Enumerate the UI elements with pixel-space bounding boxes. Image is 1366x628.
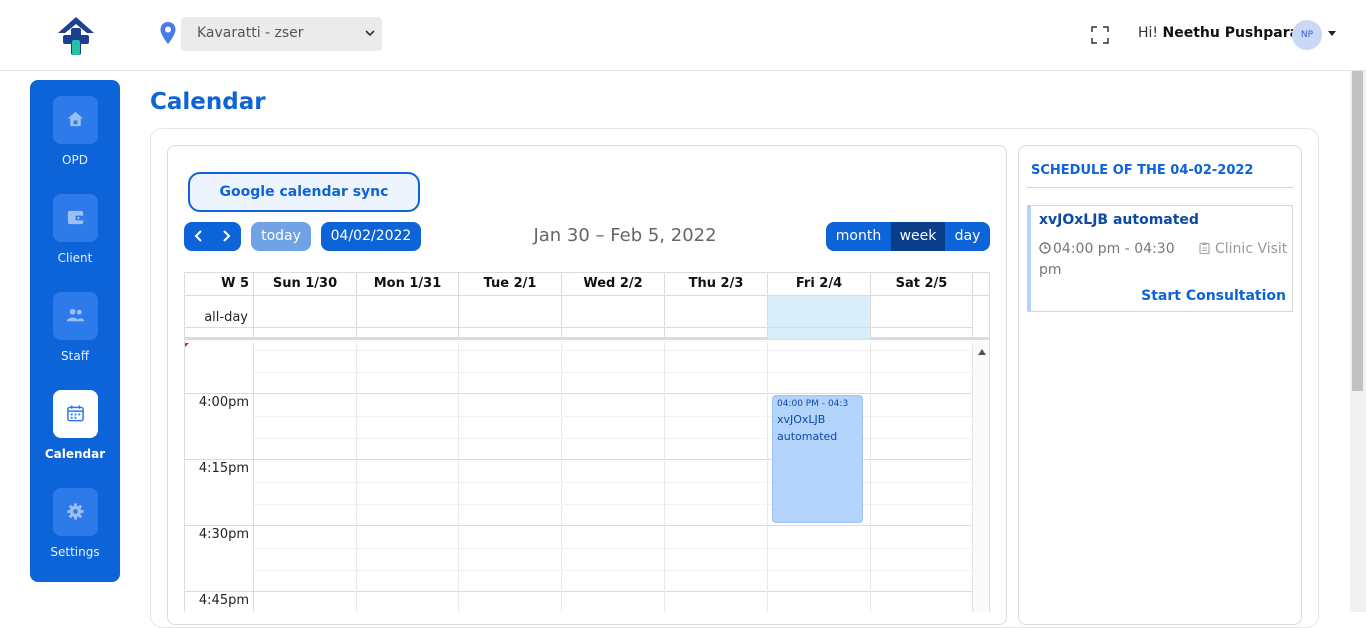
time-column-divider: [253, 343, 254, 612]
sidebar-item-label: Settings: [50, 545, 100, 559]
gear-icon: [67, 503, 84, 520]
event-title: xvJOxLJB automated: [777, 413, 838, 443]
all-day-spacer: [972, 296, 989, 339]
schedule-item-type: Clinic Visit: [1199, 239, 1289, 260]
location-select-value: Kavaratti - zser: [197, 25, 304, 41]
clock-icon: [1039, 242, 1051, 254]
sidebar-icon-box: [53, 390, 98, 438]
time-label: 4:15pm: [198, 461, 249, 476]
schedule-item-type-text: Clinic Visit: [1215, 241, 1288, 257]
sidebar-item-label: OPD: [62, 153, 88, 167]
schedule-item[interactable]: xvJOxLJB automated 04:00 pm - 04:30 pm C…: [1027, 205, 1293, 312]
schedule-divider: [1027, 187, 1293, 188]
view-switcher: month week day: [826, 222, 990, 251]
schedule-item-title[interactable]: xvJOxLJB automated: [1039, 212, 1199, 228]
now-indicator: [185, 343, 189, 347]
week-number-label: W 5: [221, 276, 249, 291]
schedule-item-time: 04:00 pm - 04:30 pm: [1039, 239, 1189, 281]
calendar-event[interactable]: 04:00 PM - 04:3 xvJOxLJB automated: [772, 395, 863, 523]
day-header-sat[interactable]: Sat 2/5: [870, 273, 972, 296]
schedule-item-time-text: 04:00 pm - 04:30 pm: [1039, 241, 1175, 278]
greeting-text: Hi!: [1138, 25, 1159, 41]
time-slot[interactable]: [185, 525, 972, 591]
sidebar-item-label: Staff: [61, 349, 89, 363]
schedule-title: SCHEDULE OF THE 04-02-2022: [1031, 163, 1254, 178]
sidebar-item-label: Calendar: [44, 447, 106, 461]
fullscreen-icon[interactable]: [1091, 26, 1109, 44]
location-select[interactable]: Kavaratti - zser: [181, 17, 382, 51]
sidebar-icon-box: [53, 96, 98, 144]
start-consultation-link[interactable]: Start Consultation: [1141, 288, 1286, 304]
view-week-button[interactable]: week: [891, 222, 945, 251]
day-column-divider: [767, 343, 768, 612]
chevron-left-icon[interactable]: [192, 229, 206, 243]
today-button[interactable]: today: [251, 222, 311, 251]
sidebar-icon-box: [53, 194, 98, 242]
time-label: 4:00pm: [198, 395, 249, 410]
day-column-divider: [458, 343, 459, 612]
calendar-range-title: Jan 30 – Feb 5, 2022: [533, 225, 717, 246]
prev-next-group: [184, 222, 241, 251]
day-header-sun[interactable]: Sun 1/30: [253, 273, 356, 296]
top-bar: Kavaratti - zser Hi! Neethu Pushparaj NP: [0, 0, 1366, 71]
day-column-divider: [561, 343, 562, 612]
view-day-button[interactable]: day: [945, 222, 990, 251]
home-icon: [67, 111, 84, 127]
wallet-icon: [67, 210, 84, 225]
time-slot[interactable]: [185, 327, 972, 393]
day-header-mon[interactable]: Mon 1/31: [356, 273, 458, 296]
sidebar-icon-box: [53, 488, 98, 536]
page-scrollbar[interactable]: [1350, 71, 1366, 612]
day-header-fri[interactable]: Fri 2/4: [767, 273, 870, 296]
day-column-divider: [870, 343, 871, 612]
user-menu-caret-icon[interactable]: [1328, 31, 1336, 36]
day-header-thu[interactable]: Thu 2/3: [664, 273, 767, 296]
week-grid: W 5 Sun 1/30 Mon 1/31 Tue 2/1 Wed 2/2 Th…: [184, 272, 990, 612]
sidebar-icon-box: [53, 292, 98, 340]
day-column-divider: [664, 343, 665, 612]
view-month-button[interactable]: month: [826, 222, 891, 251]
day-header-tue[interactable]: Tue 2/1: [458, 273, 561, 296]
sidebar-item-label: Client: [57, 251, 93, 265]
day-header-wed[interactable]: Wed 2/2: [561, 273, 664, 296]
day-column-divider: [356, 343, 357, 612]
google-calendar-sync-button[interactable]: Google calendar sync: [188, 172, 420, 212]
clipboard-icon: [1199, 242, 1210, 255]
day-header-row: W 5 Sun 1/30 Mon 1/31 Tue 2/1 Wed 2/2 Th…: [185, 273, 989, 296]
location-pin-icon: [160, 22, 176, 44]
header-spacer: [972, 273, 989, 296]
calendar-icon: [67, 405, 84, 422]
event-time: 04:00 PM - 04:3: [777, 399, 849, 409]
app-logo-icon[interactable]: [55, 16, 97, 56]
chevron-down-icon: [365, 30, 375, 37]
avatar[interactable]: NP: [1292, 20, 1322, 50]
sidebar: OPD Client Staff Calendar Settings: [30, 80, 120, 582]
date-picker-button[interactable]: 04/02/2022: [321, 222, 421, 251]
time-slot[interactable]: [185, 591, 972, 612]
user-greeting[interactable]: Hi! Neethu Pushparaj: [1138, 25, 1304, 41]
page-scrollbar-thumb[interactable]: [1352, 71, 1363, 391]
time-label: 4:45pm: [198, 593, 249, 608]
chevron-right-icon[interactable]: [219, 229, 233, 243]
user-name: Neethu Pushparaj: [1162, 25, 1304, 41]
time-label: 4:30pm: [198, 527, 249, 542]
calendar-scrollbar[interactable]: [972, 343, 989, 612]
users-icon: [66, 308, 85, 322]
time-grid[interactable]: 4:00pm 4:15pm 4:30pm 4:45pm: [185, 327, 989, 612]
scroll-up-arrow-icon[interactable]: [978, 349, 986, 355]
page-title: Calendar: [150, 89, 266, 115]
